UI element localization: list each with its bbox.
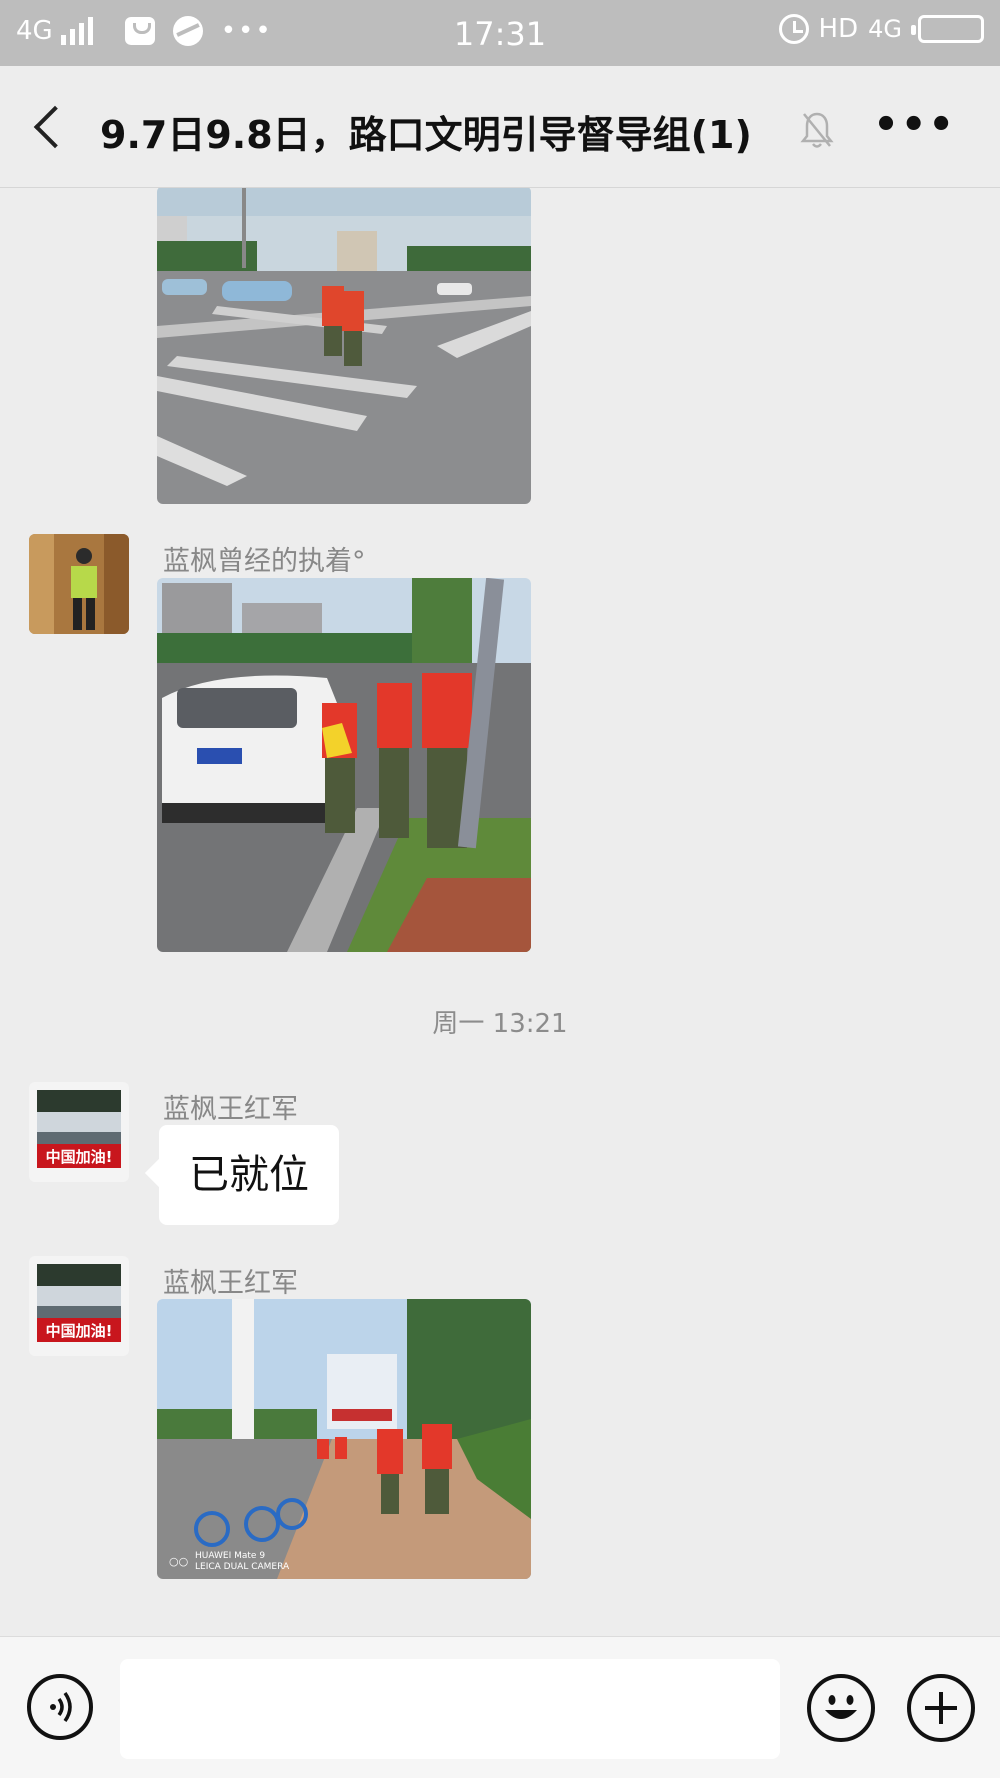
sender-name: 蓝枫王红军 xyxy=(163,1094,298,1125)
back-button[interactable] xyxy=(28,104,72,152)
camera-watermark-line1: HUAWEI Mate 9 xyxy=(195,1551,266,1561)
avatar-sender-2[interactable]: 中国加油! xyxy=(29,1082,129,1182)
message-input[interactable] xyxy=(120,1659,780,1759)
avatar-banner-text: 中国加油! xyxy=(45,1322,113,1340)
chat-message-list[interactable]: 蓝枫曾经的执着° 周一 13:21 中国加油! 蓝枫王红军 已就位 中国加油! … xyxy=(0,188,1000,1636)
hd-indicator: HD xyxy=(818,14,859,44)
chat-image-crosswalk[interactable] xyxy=(157,188,531,504)
text-message-bubble[interactable]: 已就位 xyxy=(159,1125,339,1225)
crosswalk-photo xyxy=(157,188,531,504)
more-options-button[interactable]: ••• xyxy=(873,102,956,148)
voice-input-button[interactable] xyxy=(27,1674,93,1740)
message-text: 已就位 xyxy=(189,1152,309,1198)
emoji-button[interactable] xyxy=(807,1674,875,1742)
alarm-icon xyxy=(778,14,809,44)
sender-name: 蓝枫曾经的执着° xyxy=(163,546,366,577)
suv-photo xyxy=(157,578,531,952)
voice-wave-icon xyxy=(50,1691,72,1723)
network-indicator-right: 4G xyxy=(868,15,902,43)
sidewalk-photo xyxy=(157,1299,531,1579)
avatar-sender-1[interactable] xyxy=(29,534,129,634)
message-input-bar xyxy=(0,1636,1000,1778)
avatar-banner-text: 中国加油! xyxy=(45,1148,113,1166)
chat-image-suv[interactable] xyxy=(157,578,531,952)
camera-watermark-logo: ○○ xyxy=(169,1555,189,1568)
sender-name: 蓝枫王红军 xyxy=(163,1268,298,1299)
chat-title: 9.7日9.8日，路口文明引导督导组(1) xyxy=(100,113,752,157)
message-timestamp: 周一 13:21 xyxy=(432,1009,568,1039)
avatar-landscape-image xyxy=(29,1256,129,1356)
more-functions-button[interactable] xyxy=(907,1674,975,1742)
plus-icon xyxy=(925,1692,957,1724)
avatar-landscape-image xyxy=(29,1082,129,1182)
status-bar: 4G ••• 17:31 HD 4G xyxy=(0,0,1000,66)
avatar-traffic-officer-image xyxy=(29,534,129,634)
mute-bell-icon xyxy=(800,112,834,148)
battery-icon xyxy=(911,15,984,43)
avatar-sender-3[interactable]: 中国加油! xyxy=(29,1256,129,1356)
chat-image-sidewalk[interactable]: ○○ HUAWEI Mate 9 LEICA DUAL CAMERA xyxy=(157,1299,531,1579)
chat-header: 9.7日9.8日，路口文明引导督导组(1) ••• xyxy=(0,66,1000,188)
camera-watermark-line2: LEICA DUAL CAMERA xyxy=(195,1562,290,1572)
smiley-icon xyxy=(825,1695,857,1719)
